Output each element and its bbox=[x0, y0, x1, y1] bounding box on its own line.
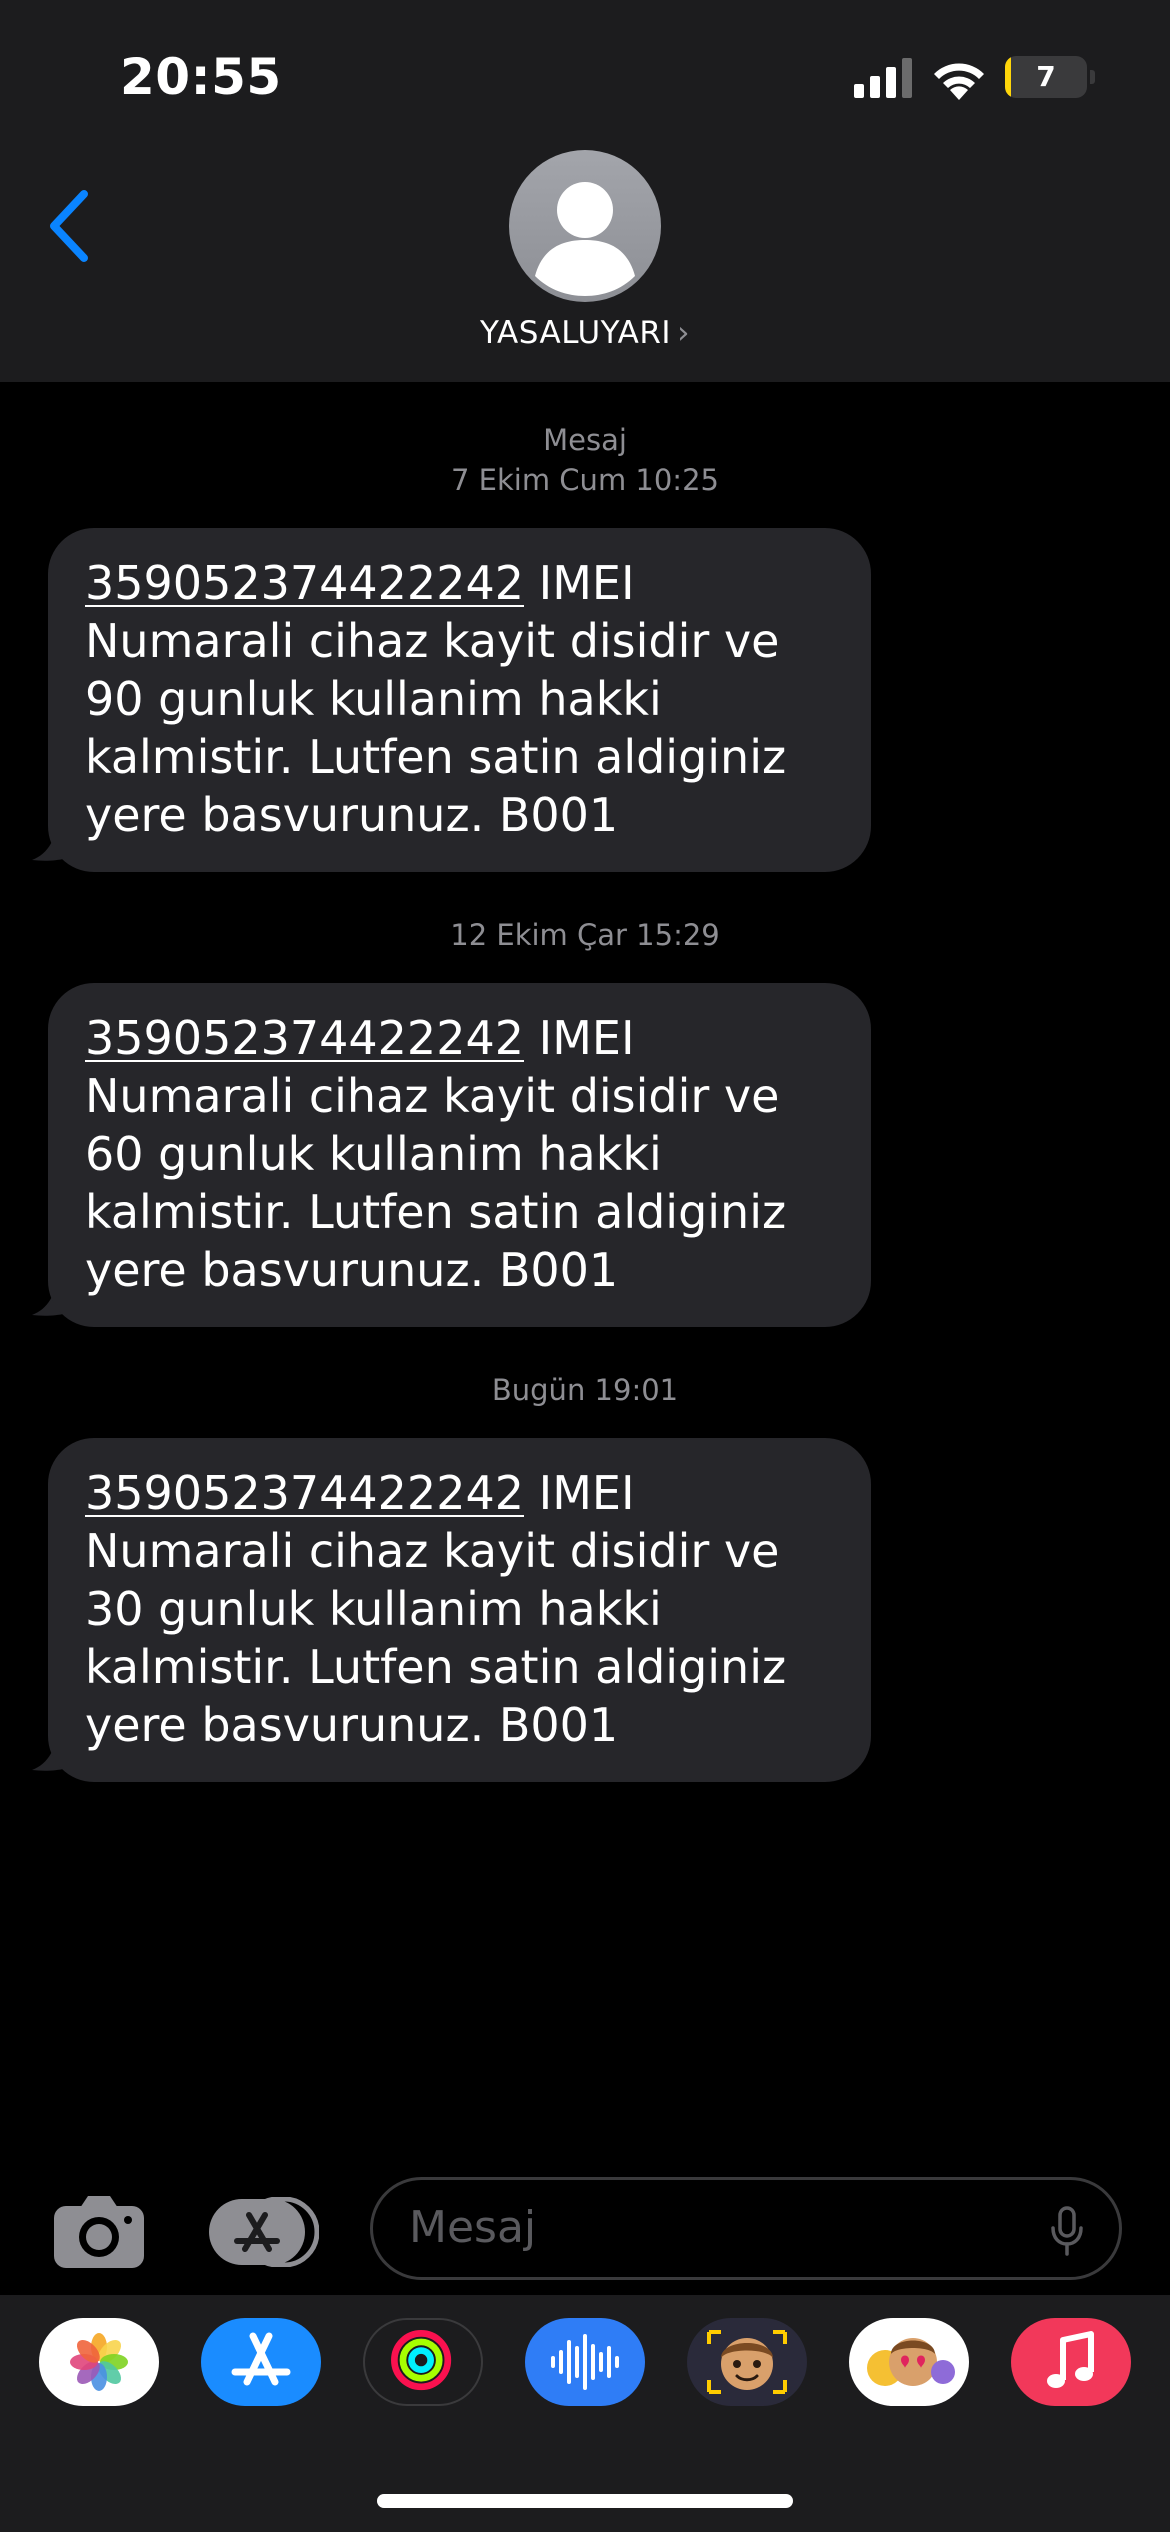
status-time: 20:55 bbox=[120, 48, 282, 106]
memoji-stickers-app-icon[interactable] bbox=[849, 2318, 969, 2406]
battery-level-text: 7 bbox=[1036, 60, 1056, 93]
imei-number-link[interactable]: 359052374422242 bbox=[85, 1011, 524, 1065]
app-store-button-icon[interactable] bbox=[207, 2197, 319, 2267]
message-timestamp: Bugün 19:01 bbox=[491, 1373, 679, 1407]
memoji-camera-app-icon[interactable] bbox=[687, 2318, 807, 2406]
music-app-icon[interactable] bbox=[1011, 2318, 1131, 2406]
person-icon bbox=[535, 182, 635, 296]
imei-number-link[interactable]: 359052374422242 bbox=[85, 1466, 524, 1520]
chevron-right-icon: › bbox=[677, 315, 690, 351]
message-bubble[interactable]: 359052374422242 IMEI Numarali cihaz kayi… bbox=[48, 1438, 871, 1782]
navigation-header: 20:55 7 YASALUYARI › bbox=[0, 0, 1170, 382]
battery-indicator: 7 bbox=[1005, 56, 1095, 98]
message-input[interactable]: Mesaj bbox=[370, 2177, 1122, 2280]
contact-name-button[interactable]: YASALUYARI › bbox=[0, 315, 1170, 351]
message-service-label: Mesaj bbox=[543, 423, 627, 457]
message-timestamp: 7 Ekim Cum 10:25 bbox=[451, 463, 719, 497]
home-indicator[interactable] bbox=[377, 2494, 793, 2508]
chevron-left-icon[interactable] bbox=[44, 188, 94, 264]
message-bubble[interactable]: 359052374422242 IMEI Numarali cihaz kayi… bbox=[48, 528, 871, 872]
message-timestamp: 12 Ekim Çar 15:29 bbox=[450, 918, 720, 952]
audio-message-app-icon[interactable] bbox=[525, 2318, 645, 2406]
contact-name: YASALUYARI bbox=[480, 315, 672, 351]
microphone-icon[interactable] bbox=[1049, 2206, 1085, 2256]
cellular-signal-icon bbox=[854, 58, 912, 98]
app-store-app-icon[interactable] bbox=[201, 2318, 321, 2406]
message-input-placeholder: Mesaj bbox=[409, 2202, 537, 2253]
message-bubble[interactable]: 359052374422242 IMEI Numarali cihaz kayi… bbox=[48, 983, 871, 1327]
activity-app-icon[interactable] bbox=[363, 2318, 483, 2406]
photos-app-icon[interactable] bbox=[39, 2318, 159, 2406]
contact-avatar[interactable] bbox=[509, 150, 661, 302]
wifi-icon bbox=[934, 63, 984, 100]
imei-number-link[interactable]: 359052374422242 bbox=[85, 556, 524, 610]
camera-icon[interactable] bbox=[52, 2192, 146, 2270]
